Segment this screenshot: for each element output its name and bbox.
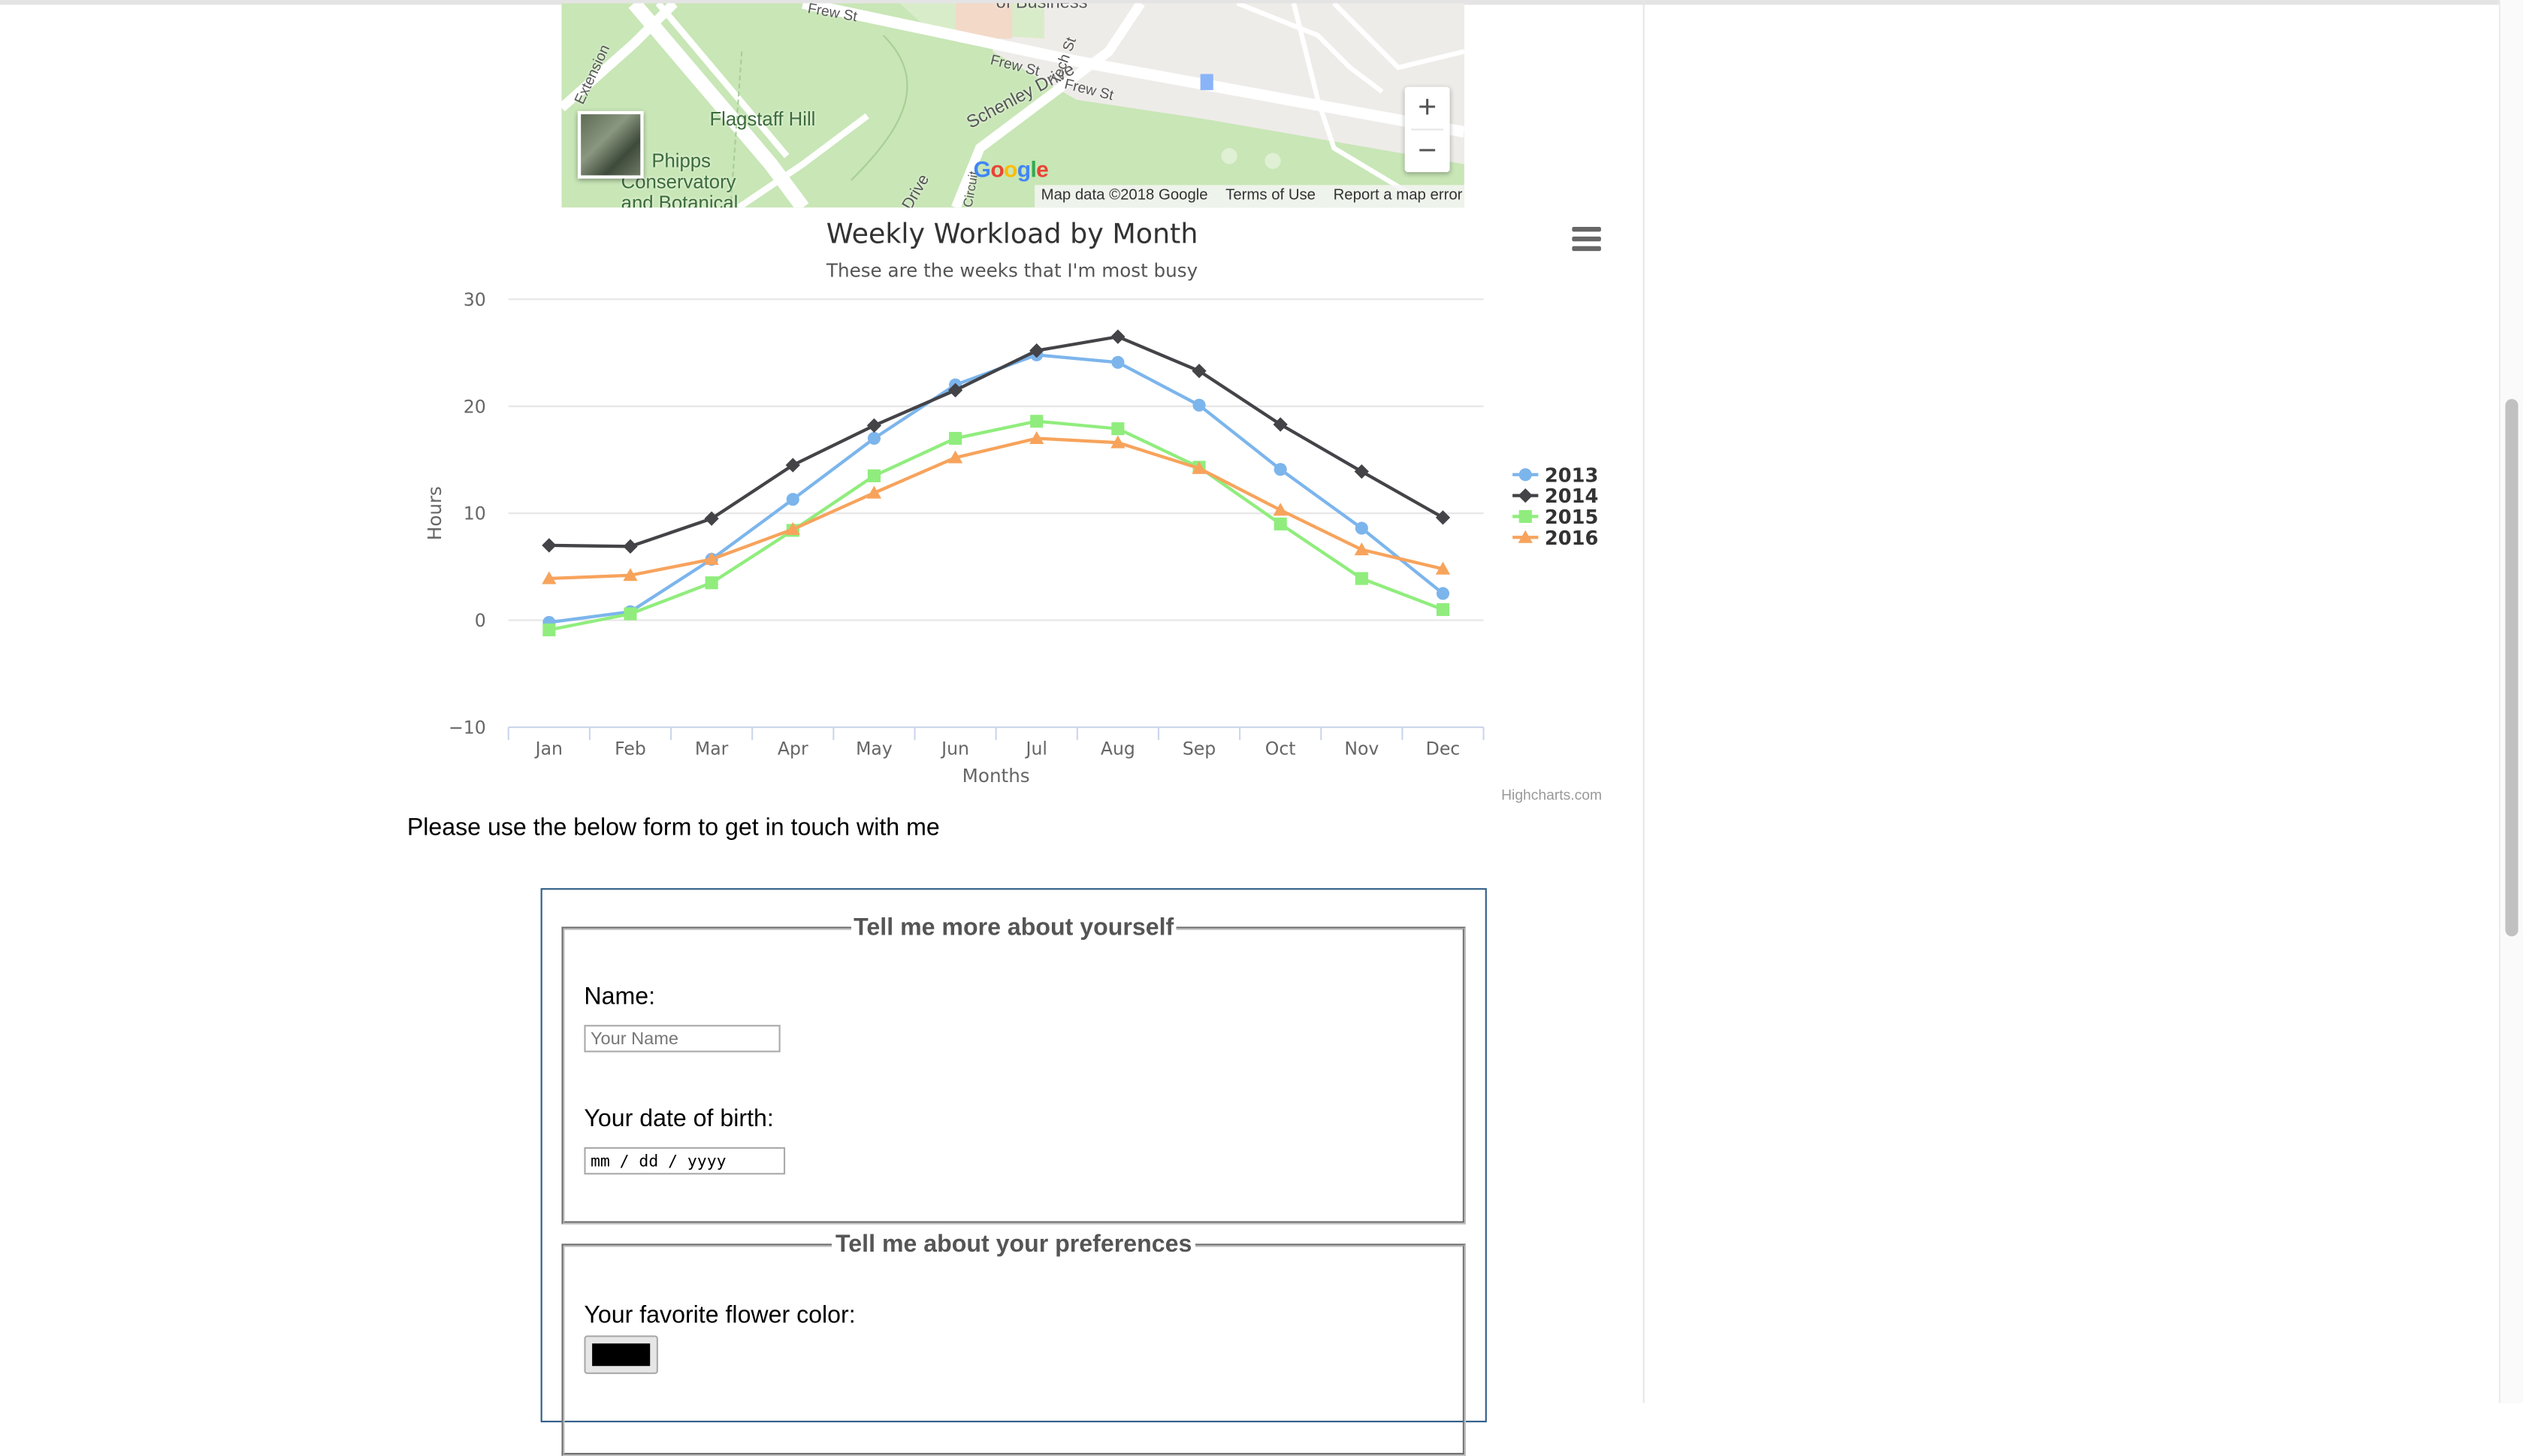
google-letter: g (1017, 156, 1031, 183)
data-point-2015 (867, 469, 881, 482)
google-letter: o (990, 156, 1005, 183)
data-point-2014 (623, 539, 638, 554)
y-tick-label: 30 (464, 289, 486, 310)
zoom-in-button[interactable]: + (1405, 87, 1450, 129)
legend-marker (1518, 509, 1532, 524)
x-tick-label: Jan (534, 738, 563, 759)
google-letter: e (1036, 156, 1049, 183)
legend-marker (1518, 488, 1533, 503)
x-tick-label: Mar (695, 738, 729, 759)
data-point-2013 (1111, 355, 1125, 369)
legend-item-2016: 2016 (1545, 527, 1599, 550)
about-legend: Tell me more about yourself (854, 914, 1174, 941)
about-fieldset: Tell me more about yourself Name: Your N… (561, 914, 1466, 1225)
data-point-2015 (542, 623, 556, 636)
dob-input[interactable]: mm / dd / yyyy (584, 1146, 786, 1175)
x-tick-label: Oct (1265, 738, 1296, 759)
x-tick-label: Feb (615, 738, 646, 759)
data-point-2015 (1030, 415, 1044, 428)
color-swatch (592, 1343, 651, 1367)
series-line-2016 (548, 436, 1443, 581)
google-letter: l (1030, 156, 1037, 183)
x-tick-label: Apr (778, 738, 808, 759)
column-divider (1642, 0, 1645, 1403)
data-point-2015 (1111, 422, 1125, 436)
data-point-2014 (866, 418, 882, 433)
data-point-2015 (1436, 603, 1450, 616)
x-tick-label: Sep (1183, 738, 1216, 759)
data-point-2015 (624, 607, 637, 621)
chart-title: Weekly Workload by Month (826, 217, 1198, 249)
data-point-2014 (542, 538, 557, 553)
scrollbar-thumb[interactable] (2505, 399, 2518, 937)
chart-menu-icon[interactable] (1572, 226, 1601, 252)
google-letter: o (1004, 156, 1017, 183)
data-point-2013 (1274, 463, 1287, 476)
data-point-2013 (1192, 398, 1206, 412)
x-axis-title: Months (962, 765, 1030, 787)
map-label-flagstaff: Flagstaff Hill (709, 107, 816, 131)
data-point-2013 (786, 493, 799, 506)
chart-credits[interactable]: Highcharts.com (1501, 787, 1602, 802)
terms-of-use-link[interactable]: Terms of Use (1225, 186, 1316, 204)
x-tick-label: Dec (1426, 738, 1461, 759)
zoom-control: + − (1404, 86, 1450, 173)
x-tick-label: Jun (940, 738, 969, 759)
data-point-2014 (1354, 464, 1369, 479)
map-footer: Map data ©2018 Google Terms of Use Report … (1035, 185, 1464, 208)
data-point-2013 (1436, 587, 1450, 600)
data-point-2015 (705, 576, 718, 590)
legend-item-2013: 2013 (1545, 464, 1599, 487)
google-map[interactable]: Flagstaff Hill Phipps Conservatory and B… (561, 3, 1464, 208)
report-map-error-link[interactable]: Report a map error (1334, 186, 1463, 204)
preferences-fieldset: Tell me about your preferences Your favo… (561, 1231, 1466, 1456)
x-tick-label: Jul (1025, 738, 1047, 759)
contact-form: Tell me more about yourself Name: Your N… (540, 888, 1487, 1456)
workload-chart: Weekly Workload by Month These are the we… (424, 217, 1599, 787)
y-tick-label: 20 (464, 396, 486, 417)
google-letter: G (973, 156, 991, 183)
name-input[interactable]: Your Name (584, 1025, 781, 1053)
data-point-2015 (1355, 572, 1368, 585)
series-line-2013 (548, 353, 1444, 624)
legend-marker (1518, 468, 1532, 482)
contact-intro: Please use the below form to get in touc… (406, 814, 940, 842)
preferences-legend: Tell me about your preferences (835, 1231, 1192, 1258)
map-data-attribution: Map data ©2018 Google (1041, 186, 1208, 204)
y-axis-title: Hours (424, 486, 446, 540)
y-tick-label: −10 (449, 717, 486, 739)
data-point-2015 (949, 431, 962, 446)
y-tick-label: 10 (464, 503, 486, 524)
map-label-botanical: and Botanical (621, 191, 739, 208)
chart-subtitle: These are the weeks that I'm most busy (826, 259, 1198, 281)
satellite-toggle[interactable] (577, 110, 644, 179)
dob-label: Your date of birth: (584, 1105, 774, 1133)
map-label-phipps: Phipps (651, 150, 711, 173)
zoom-out-button[interactable]: − (1405, 130, 1450, 172)
x-tick-label: Aug (1101, 738, 1135, 759)
name-label: Name: (584, 983, 656, 1010)
data-point-2013 (1355, 521, 1368, 535)
y-tick-label: 0 (475, 610, 486, 631)
google-logo: Google (974, 156, 1049, 182)
legend-item-2015: 2015 (1545, 506, 1599, 529)
data-point-2015 (1274, 517, 1287, 530)
flower-color-label: Your favorite flower color: (584, 1301, 856, 1329)
legend-item-2014: 2014 (1545, 485, 1599, 508)
page: Flagstaff Hill Phipps Conservatory and B… (0, 0, 2523, 1456)
data-point-2013 (867, 431, 881, 446)
map-label-business: of Business (996, 3, 1088, 14)
x-tick-label: May (856, 738, 893, 759)
data-point-2014 (1110, 329, 1126, 344)
x-tick-label: Nov (1344, 738, 1379, 759)
flower-color-picker[interactable] (584, 1335, 658, 1374)
